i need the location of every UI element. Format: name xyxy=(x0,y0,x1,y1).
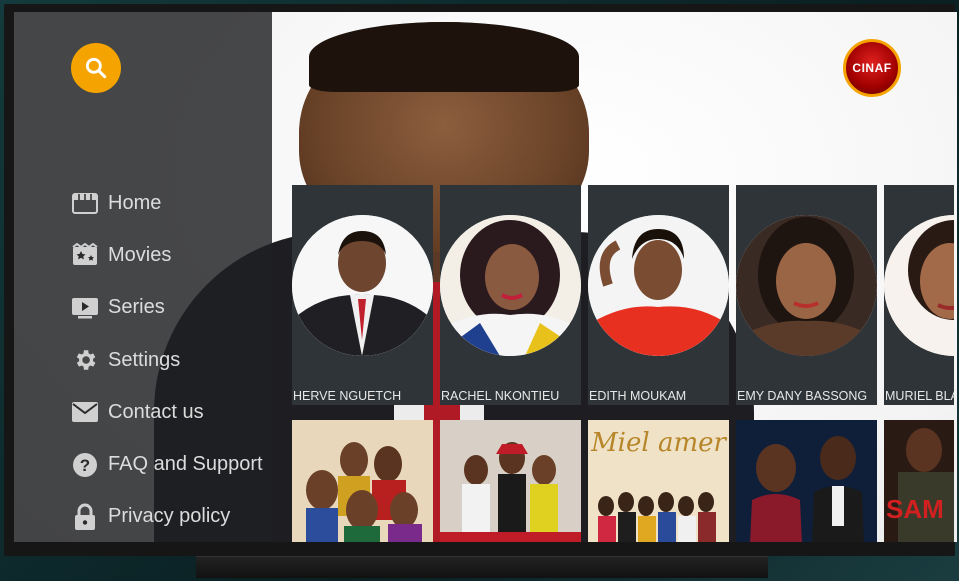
sidebar-item-label: Series xyxy=(108,296,165,319)
sidebar-menu: Home Movies Series Settings Contact us ?… xyxy=(71,177,263,542)
help-icon: ? xyxy=(71,451,99,479)
actor-photo xyxy=(292,215,433,356)
movie-poster[interactable]: Miel amer xyxy=(588,420,729,542)
actor-photo xyxy=(588,215,729,356)
mail-icon xyxy=(71,398,99,426)
sidebar-item-label: FAQ and Support xyxy=(108,453,263,476)
movie-poster[interactable] xyxy=(292,420,433,542)
sidebar-item-privacy[interactable]: Privacy policy xyxy=(71,491,263,542)
sidebar-item-label: Settings xyxy=(108,348,181,371)
gear-icon xyxy=(71,346,99,374)
movie-poster[interactable] xyxy=(736,420,877,542)
actor-card[interactable]: MURIEL BLAN xyxy=(884,185,954,405)
movie-title: SAM xyxy=(886,494,944,524)
actor-card[interactable]: EDITH MOUKAM xyxy=(588,185,729,405)
actor-card[interactable]: EMY DANY BASSONG xyxy=(736,185,877,405)
movies-icon xyxy=(71,241,99,269)
sidebar: Home Movies Series Settings Contact us ?… xyxy=(14,12,272,542)
sidebar-item-faq[interactable]: ? FAQ and Support xyxy=(71,438,263,490)
sidebar-item-movies[interactable]: Movies xyxy=(71,229,263,281)
actor-name: RACHEL NKONTIEU xyxy=(441,389,560,403)
search-button[interactable] xyxy=(71,43,121,93)
lock-icon xyxy=(71,503,99,531)
sidebar-item-home[interactable]: Home xyxy=(71,177,263,229)
sidebar-item-series[interactable]: Series xyxy=(71,282,263,334)
tv-frame: CINAF HERVE NGUETCH RACHEL NKONTIEU EDIT… xyxy=(4,4,957,556)
sidebar-item-label: Home xyxy=(108,191,162,214)
movies-row: Miel amer SAM xyxy=(292,420,954,542)
actor-name: HERVE NGUETCH xyxy=(293,389,402,403)
actor-card[interactable]: HERVE NGUETCH xyxy=(292,185,433,405)
sidebar-item-label: Privacy policy xyxy=(108,505,231,528)
movie-poster[interactable]: SAM xyxy=(884,420,954,542)
movie-poster[interactable] xyxy=(440,420,581,542)
movie-title: Miel amer xyxy=(591,428,726,458)
logo-text: CINAF xyxy=(852,61,892,75)
sidebar-item-settings[interactable]: Settings xyxy=(71,334,263,386)
search-icon xyxy=(85,57,107,79)
actor-name: MURIEL BLAN xyxy=(885,389,954,403)
app-logo: CINAF xyxy=(843,39,901,97)
actor-name: EDITH MOUKAM xyxy=(589,389,687,403)
actor-card[interactable]: RACHEL NKONTIEU xyxy=(440,185,581,405)
sidebar-item-contact[interactable]: Contact us xyxy=(71,386,263,438)
app-screen: CINAF HERVE NGUETCH RACHEL NKONTIEU EDIT… xyxy=(14,12,957,542)
series-icon xyxy=(71,294,99,322)
sidebar-item-label: Movies xyxy=(108,243,172,266)
sidebar-item-label: Contact us xyxy=(108,400,204,423)
actor-name: EMY DANY BASSONG xyxy=(737,389,868,403)
home-icon xyxy=(71,189,99,217)
tv-stand xyxy=(196,556,768,578)
actor-photo xyxy=(884,215,954,356)
actor-photo xyxy=(440,215,581,356)
svg-text:?: ? xyxy=(80,456,90,475)
actors-row: HERVE NGUETCH RACHEL NKONTIEU EDITH MOUK… xyxy=(292,185,954,405)
actor-photo xyxy=(736,215,877,356)
